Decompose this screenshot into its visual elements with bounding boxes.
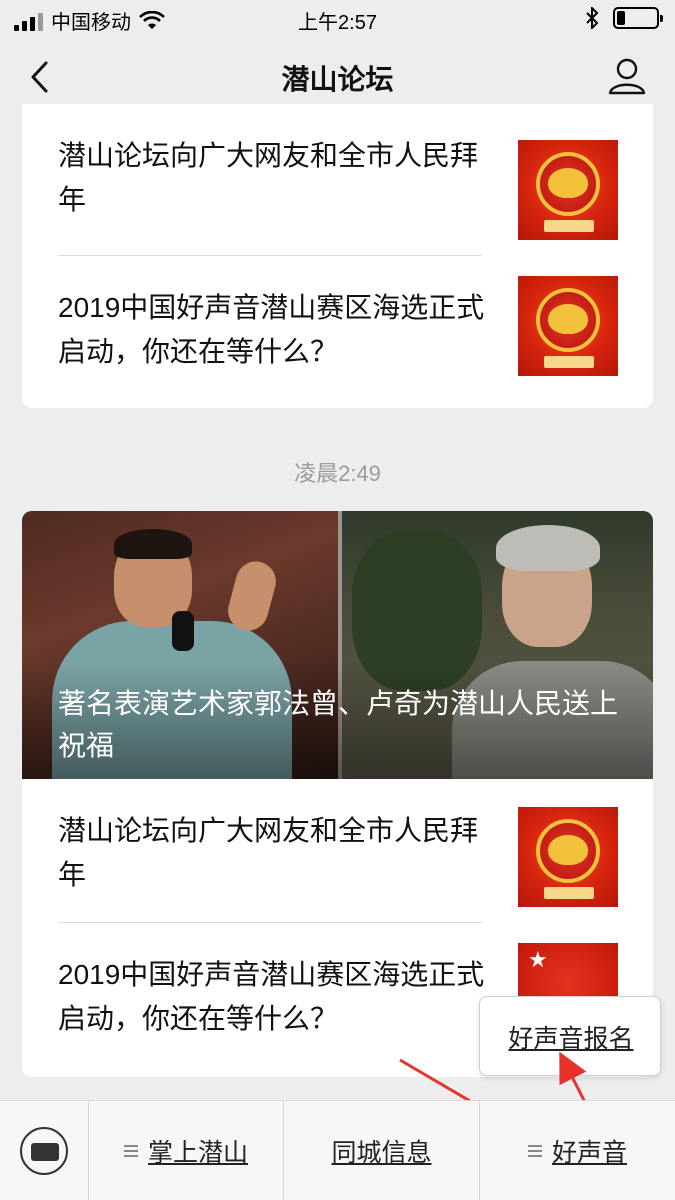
menu-item-haoshengyin[interactable]: 好声音: [479, 1101, 675, 1200]
hero-article[interactable]: 著名表演艺术家郭法曾、卢奇为潜山人民送上祝福: [22, 511, 653, 779]
article-title: 2019中国好声音潜山赛区海选正式启动，你还在等什么？: [58, 959, 485, 1034]
new-year-pig-thumbnail: [518, 140, 618, 240]
nav-bar: 潜山论坛: [0, 38, 675, 114]
article-title: 潜山论坛向广大网友和全市人民拜年: [58, 140, 479, 215]
menu-item-tongcheng[interactable]: 同城信息: [283, 1101, 479, 1200]
submenu-item-voice-signup[interactable]: 好声音报名: [480, 1019, 662, 1055]
submenu-popup: 好声音报名: [479, 996, 661, 1076]
keyboard-icon: [20, 1127, 68, 1175]
user-icon[interactable]: [607, 56, 647, 96]
article-item[interactable]: 潜山论坛向广大网友和全市人民拜年: [22, 779, 653, 915]
submenu-indicator-icon: [123, 1144, 138, 1158]
article-title: 潜山论坛向广大网友和全市人民拜年: [58, 815, 479, 890]
bottom-menu-bar: 掌上潜山 同城信息 好声音: [0, 1100, 675, 1200]
article-item[interactable]: 潜山论坛向广大网友和全市人民拜年: [22, 104, 653, 240]
page-title: 潜山论坛: [281, 64, 394, 95]
hero-title: 著名表演艺术家郭法曾、卢奇为潜山人民送上祝福: [58, 688, 619, 761]
menu-item-label: 同城信息: [331, 1139, 432, 1167]
menu-item-label: 掌上潜山: [147, 1139, 248, 1167]
article-item[interactable]: 2019中国好声音潜山赛区海选正式启动，你还在等什么？: [22, 256, 653, 392]
article-group-2: 著名表演艺术家郭法曾、卢奇为潜山人民送上祝福 潜山论坛向广大网友和全市人民拜年 …: [22, 511, 653, 1077]
status-right: [585, 7, 663, 29]
new-year-pig-thumbnail: [518, 807, 618, 907]
keyboard-toggle-button[interactable]: [0, 1101, 88, 1200]
new-year-pig-thumbnail: [518, 276, 618, 376]
menu-item-zhangshang[interactable]: 掌上潜山: [88, 1101, 283, 1200]
message-timestamp: 凌晨2:49: [294, 461, 381, 486]
battery-icon: [613, 7, 663, 29]
article-group-1: 潜山论坛向广大网友和全市人民拜年 2019中国好声音潜山赛区海选正式启动，你还在…: [22, 104, 653, 408]
status-time: 上午2:57: [298, 12, 377, 34]
article-title: 2019中国好声音潜山赛区海选正式启动，你还在等什么？: [58, 292, 485, 367]
menu-item-label: 好声音: [551, 1139, 627, 1167]
submenu-indicator-icon: [527, 1144, 542, 1158]
status-bar: 中国移动 上午2:57: [0, 0, 675, 38]
bluetooth-icon: [586, 7, 599, 29]
